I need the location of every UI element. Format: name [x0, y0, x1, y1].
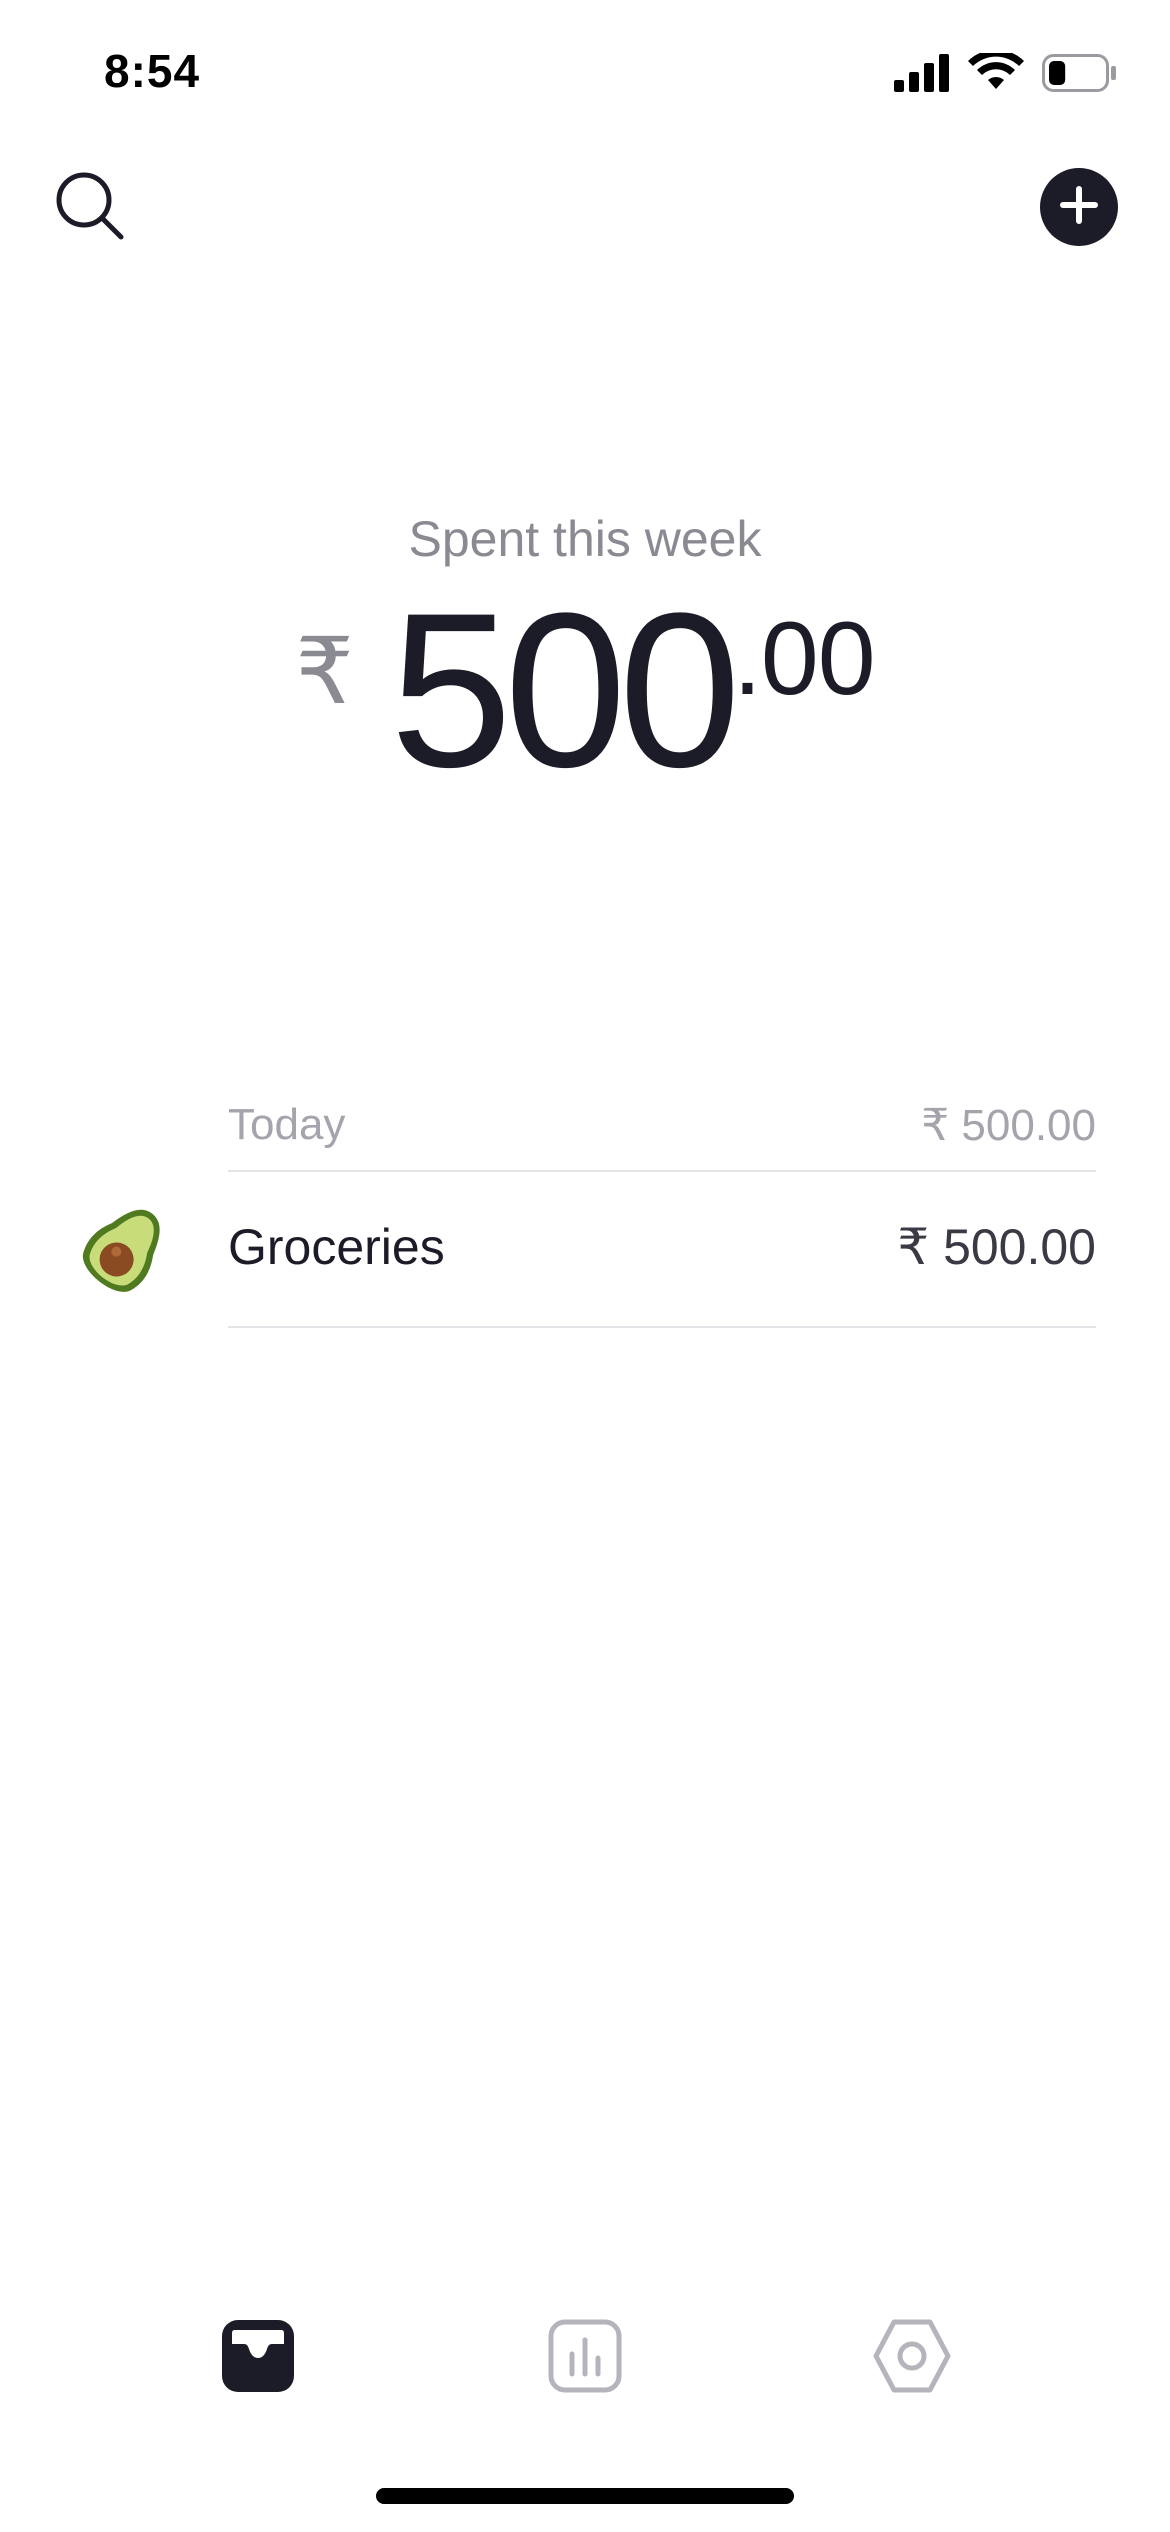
wifi-icon — [968, 49, 1024, 98]
transaction-name: Groceries — [228, 1219, 445, 1275]
chart-icon — [547, 2318, 623, 2399]
search-button[interactable] — [50, 168, 130, 248]
status-icons — [894, 49, 1118, 98]
day-total: ₹ 500.00 — [921, 1100, 1096, 1150]
status-bar: 8:54 — [0, 0, 1170, 140]
summary-amount: ₹ 500 .00 — [0, 567, 1170, 813]
settings-icon — [872, 2316, 952, 2401]
inbox-icon — [220, 2318, 296, 2399]
tab-settings[interactable] — [872, 2318, 952, 2398]
status-time: 8:54 — [104, 45, 201, 97]
divider — [228, 1326, 1096, 1328]
currency-symbol: ₹ — [295, 621, 354, 723]
avocado-icon — [74, 1200, 174, 1300]
day-label: Today — [228, 1100, 346, 1149]
add-transaction-button[interactable] — [1040, 168, 1118, 246]
cellular-signal-icon — [894, 53, 950, 97]
amount-decimal: .00 — [733, 601, 876, 717]
tab-stats[interactable] — [545, 2318, 625, 2398]
tab-inbox[interactable] — [218, 2318, 298, 2398]
search-icon — [53, 169, 127, 248]
home-indicator[interactable] — [376, 2488, 794, 2504]
plus-icon — [1059, 185, 1099, 230]
transaction-row[interactable]: Groceries ₹ 500.00 — [0, 1170, 1170, 1326]
amount-whole: 500 — [389, 567, 741, 813]
summary-label: Spent this week — [408, 511, 762, 567]
transaction-amount: ₹ 500.00 — [897, 1219, 1096, 1275]
day-group-header: Today ₹ 500.00 — [228, 1080, 1096, 1170]
battery-icon — [1042, 53, 1118, 97]
